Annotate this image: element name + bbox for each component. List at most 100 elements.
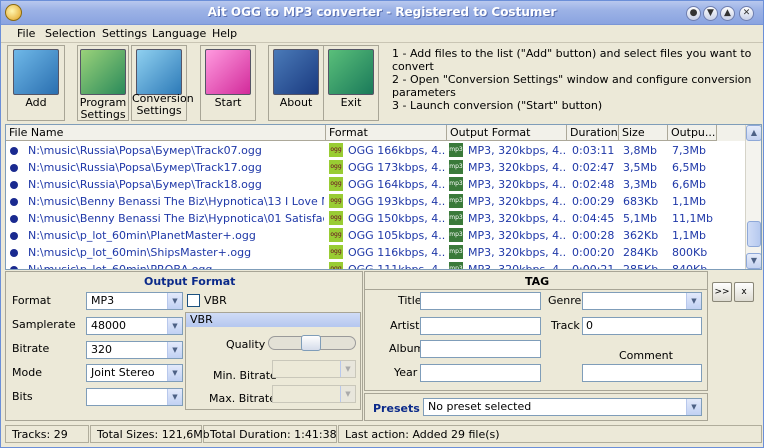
scroll-thumb[interactable] (747, 221, 761, 247)
table-row[interactable]: N:\music\p_lot_60min\ShipsMaster+.ogg ogg… (6, 244, 746, 261)
mode-select[interactable]: Joint Stereo ▼ (86, 364, 183, 382)
table-row[interactable]: N:\music\Russia\Popsa\Бумер\Track17.ogg o… (6, 159, 746, 176)
comment-field[interactable] (582, 364, 702, 382)
quality-slider-thumb[interactable] (301, 335, 321, 351)
list-header: File Name Format Output Format Duration … (6, 125, 746, 141)
title-field[interactable] (420, 292, 541, 310)
menu-file[interactable]: File (17, 27, 35, 40)
col-duration[interactable]: Duration (567, 125, 619, 141)
min-bitrate-select[interactable]: ▼ (272, 360, 356, 378)
close-panel-button[interactable]: x (734, 282, 754, 302)
quality-label: Quality (226, 338, 266, 351)
tag-divider (365, 289, 707, 290)
exit-label: Exit (340, 96, 362, 109)
ogg-format-icon: ogg (329, 262, 343, 269)
cell-output-format: MP3, 320kbps, 4... (468, 161, 565, 174)
max-bitrate-select[interactable]: ▼ (272, 385, 356, 403)
file-list[interactable]: File Name Format Output Format Duration … (5, 124, 762, 270)
chevron-down-icon: ▼ (167, 365, 182, 381)
cell-file-name: N:\music\Russia\Popsa\Бумер\Track07.ogg (28, 144, 262, 157)
scroll-up-icon[interactable]: ▲ (746, 125, 761, 141)
bitrate-select[interactable]: 320 ▼ (86, 341, 183, 359)
track-field[interactable]: 0 (582, 317, 702, 335)
cell-output-size: 1,1Mb (672, 195, 706, 208)
bits-select[interactable]: ▼ (86, 388, 183, 406)
close-icon[interactable]: ✕ (739, 6, 754, 21)
vbr-checkbox[interactable] (187, 294, 200, 307)
next-button[interactable]: >> (712, 282, 732, 302)
instruction-2: 2 - Open "Conversion Settings" window an… (392, 73, 752, 99)
ogg-format-icon: ogg (329, 143, 343, 157)
table-row[interactable]: N:\music\Russia\Popsa\Бумер\Track18.ogg o… (6, 176, 746, 193)
mode-value: Joint Stereo (91, 366, 155, 379)
exit-button[interactable]: Exit (323, 45, 379, 121)
track-label: Track (551, 319, 580, 332)
cell-output-size: 1,1Mb (672, 229, 706, 242)
format-label: Format (12, 294, 51, 307)
samplerate-select[interactable]: 48000 ▼ (86, 317, 183, 335)
year-field[interactable] (420, 364, 541, 382)
start-button[interactable]: Start (200, 45, 256, 121)
genre-select[interactable]: ▼ (582, 292, 702, 310)
add-button[interactable]: Add (7, 45, 65, 121)
presets-value: No preset selected (428, 400, 532, 413)
minimize-icon[interactable]: ● (686, 6, 701, 21)
add-label: Add (25, 96, 47, 109)
artist-field[interactable] (420, 317, 541, 335)
cell-duration: 0:03:11 (572, 144, 615, 157)
bitrate-value: 320 (91, 343, 112, 356)
chevron-down-icon: ▼ (686, 293, 701, 309)
list-scrollbar[interactable]: ▲ ▼ (745, 125, 761, 269)
album-field[interactable] (420, 340, 541, 358)
cell-file-name: N:\music\p_lot_60min\ShipsMaster+.ogg (28, 246, 252, 259)
scroll-down-icon[interactable]: ▼ (746, 253, 761, 269)
cell-file-name: N:\music\p_lot_60min\PlanetMaster+.ogg (28, 229, 256, 242)
mode-label: Mode (12, 366, 42, 379)
table-row[interactable]: N:\music\Russia\Popsa\Бумер\Track07.ogg o… (6, 142, 746, 159)
mp3-format-icon: mp3 (449, 228, 463, 242)
about-button[interactable]: About (268, 45, 324, 121)
menu-bar: File Selection Settings Language Help (1, 25, 763, 43)
conversion-settings-button[interactable]: Conversion Settings (131, 45, 194, 121)
col-output-size[interactable]: Outpu... (668, 125, 717, 141)
rollup-icon[interactable]: ▼ (703, 6, 718, 21)
table-row[interactable]: N:\music\Benny Benassi The Biz\Hypnotica… (6, 193, 746, 210)
table-row[interactable]: N:\music\Benny Benassi The Biz\Hypnotica… (6, 210, 746, 227)
cell-output-format: MP3, 320kbps, 4... (468, 178, 565, 191)
format-select[interactable]: MP3 ▼ (86, 292, 183, 310)
cell-format: OGG 150kbps, 4... (348, 212, 445, 225)
chevron-down-icon: ▼ (340, 386, 355, 402)
ogg-format-icon: ogg (329, 228, 343, 242)
col-size[interactable]: Size (619, 125, 668, 141)
col-format[interactable]: Format (326, 125, 447, 141)
col-file-name[interactable]: File Name (6, 125, 326, 141)
menu-settings[interactable]: Settings (102, 27, 147, 40)
mp3-format-icon: mp3 (449, 194, 463, 208)
ogg-format-icon: ogg (329, 177, 343, 191)
table-row[interactable]: N:\music\p_lot_60min\PROBA.ogg ogg OGG 111… (6, 261, 746, 269)
table-row[interactable]: N:\music\p_lot_60min\PlanetMaster+.ogg og… (6, 227, 746, 244)
quality-slider[interactable] (268, 335, 356, 351)
cell-output-size: 800Kb (672, 246, 708, 259)
cell-duration: 0:00:28 (572, 229, 615, 242)
chevron-down-icon: ▼ (340, 361, 355, 377)
menu-selection[interactable]: Selection (45, 27, 96, 40)
bits-label: Bits (12, 390, 33, 403)
menu-language[interactable]: Language (152, 27, 206, 40)
maximize-icon[interactable]: ▲ (720, 6, 735, 21)
instructions: 1 - Add files to the list ("Add" button)… (392, 47, 762, 112)
cell-output-format: MP3, 320kbps, 4... (468, 195, 565, 208)
cell-format: OGG 173kbps, 4... (348, 161, 445, 174)
program-settings-button[interactable]: Program Settings (77, 45, 129, 121)
cell-format: OGG 166kbps, 4... (348, 144, 445, 157)
col-output-format[interactable]: Output Format (447, 125, 567, 141)
cell-output-size: 7,3Mb (672, 144, 706, 157)
cell-format: OGG 105kbps, 4... (348, 229, 445, 242)
chevron-down-icon: ▼ (686, 399, 701, 415)
cell-output-format: MP3, 320kbps, 4... (468, 144, 565, 157)
artist-label: Artist (390, 319, 420, 332)
vbr-group: VBR Quality Min. Bitrate ▼ Max. Bitrate … (185, 312, 361, 410)
presets-select[interactable]: No preset selected ▼ (423, 398, 702, 416)
title-bar: Ait OGG to MP3 converter - Registered to… (1, 1, 763, 25)
menu-help[interactable]: Help (212, 27, 237, 40)
